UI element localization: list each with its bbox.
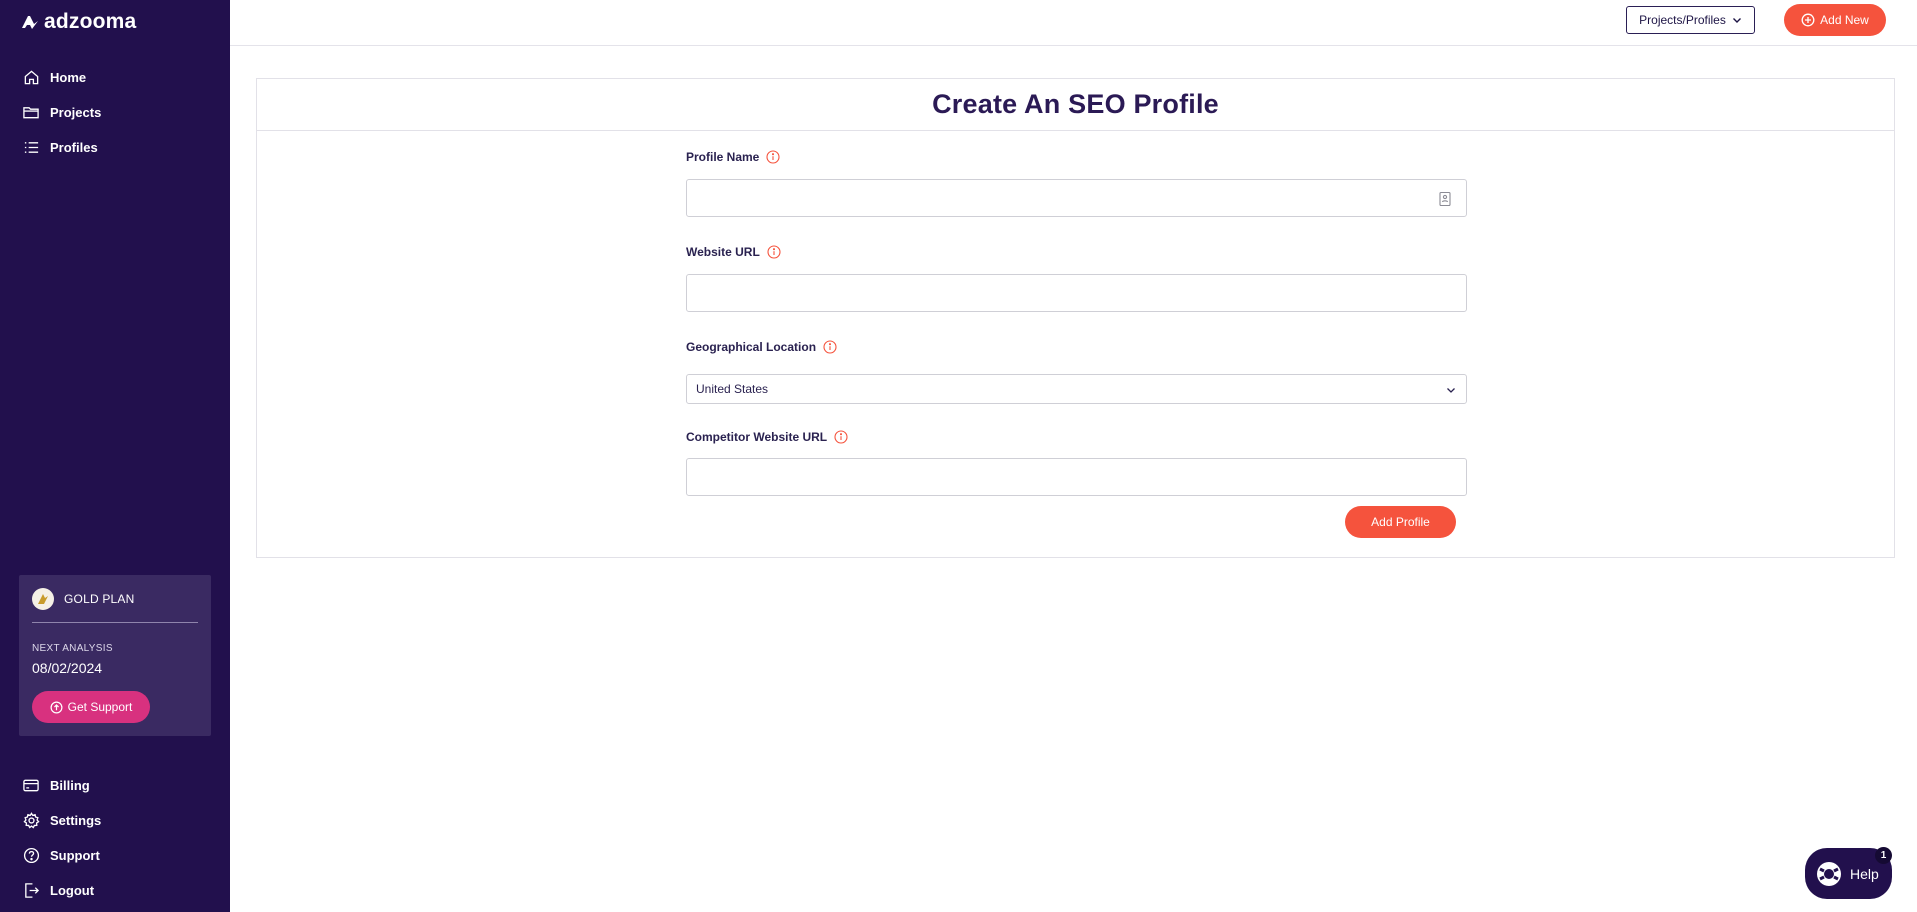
sidebar-nav-top: Home Projects Profiles [0, 60, 230, 165]
chevron-down-icon [1447, 388, 1455, 393]
info-icon[interactable] [766, 150, 780, 164]
brand-logo[interactable]: adzooma [20, 10, 136, 34]
gear-icon [22, 812, 40, 830]
geo-location-label: Geographical Location [686, 339, 1467, 355]
logout-icon [22, 882, 40, 900]
sidebar: adzooma Home Projects Profiles GOLD PLAN… [0, 0, 230, 912]
home-icon [22, 69, 40, 87]
arrow-up-circle-icon [50, 701, 63, 713]
info-icon[interactable] [767, 245, 781, 259]
add-new-button[interactable]: Add New [1784, 4, 1886, 36]
sidebar-item-settings[interactable]: Settings [0, 803, 230, 838]
projects-profiles-dropdown[interactable]: Projects/Profiles [1626, 6, 1755, 34]
help-circle-icon [22, 847, 40, 865]
sidebar-item-label: Settings [50, 813, 102, 828]
top-bar: Projects/Profiles Add New [230, 0, 1917, 46]
sidebar-item-logout[interactable]: Logout [0, 873, 230, 908]
sidebar-item-profiles[interactable]: Profiles [0, 130, 230, 165]
notification-badge: 1 [1875, 847, 1892, 864]
card-header: Create An SEO Profile [257, 79, 1894, 131]
add-profile-button[interactable]: Add Profile [1345, 506, 1456, 538]
website-url-field[interactable] [686, 274, 1467, 312]
add-profile-label: Add Profile [1371, 515, 1430, 529]
get-support-button[interactable]: Get Support [32, 691, 150, 723]
adzooma-logo-icon [22, 16, 38, 29]
sidebar-nav-bottom: Billing Settings Support Logout [0, 768, 230, 908]
sidebar-item-support[interactable]: Support [0, 838, 230, 873]
profile-name-label-text: Profile Name [686, 150, 760, 164]
sidebar-item-projects[interactable]: Projects [0, 95, 230, 130]
sidebar-item-label: Logout [50, 883, 95, 898]
list-icon [22, 139, 40, 157]
projects-profiles-label: Projects/Profiles [1639, 13, 1726, 27]
plan-name: GOLD PLAN [64, 592, 135, 606]
geo-location-select[interactable]: United States [686, 374, 1467, 404]
plus-circle-icon [1801, 13, 1815, 27]
help-label: Help [1850, 865, 1879, 882]
next-analysis-date: 08/02/2024 [32, 660, 103, 676]
add-new-label: Add New [1820, 13, 1869, 27]
plan-divider [32, 622, 198, 623]
info-icon[interactable] [823, 340, 837, 354]
folder-icon [22, 104, 40, 122]
plan-header: GOLD PLAN [32, 588, 135, 610]
lifebuoy-icon [1817, 861, 1841, 886]
sidebar-item-label: Billing [50, 778, 90, 793]
brand-name: adzooma [44, 10, 137, 33]
page-title: Create An SEO Profile [932, 89, 1219, 119]
plan-card: GOLD PLAN NEXT ANALYSIS 08/02/2024 Get S… [19, 575, 211, 736]
sidebar-item-label: Support [50, 848, 100, 863]
chevron-down-icon [1732, 18, 1741, 23]
competitor-url-field[interactable] [686, 458, 1467, 496]
website-url-label: Website URL [686, 244, 1467, 260]
website-url-label-text: Website URL [686, 245, 760, 259]
next-analysis-label: NEXT ANALYSIS [32, 643, 113, 654]
credit-card-icon [22, 777, 40, 795]
geo-location-label-text: Geographical Location [686, 340, 817, 354]
sidebar-item-billing[interactable]: Billing [0, 768, 230, 803]
profile-name-label: Profile Name [686, 149, 1467, 165]
create-seo-profile-card: Create An SEO Profile Profile Name Websi… [256, 78, 1895, 558]
sidebar-item-label: Home [50, 70, 87, 85]
sidebar-item-home[interactable]: Home [0, 60, 230, 95]
competitor-url-label-text: Competitor Website URL [686, 430, 828, 444]
sidebar-item-label: Profiles [50, 140, 98, 155]
competitor-url-label: Competitor Website URL [686, 429, 1467, 445]
gold-plan-badge-icon [32, 588, 54, 610]
get-support-label: Get Support [67, 700, 133, 714]
seo-profile-form: Profile Name Website URL Geographical Lo… [686, 149, 1467, 496]
geo-location-value: United States [696, 382, 769, 396]
info-icon[interactable] [834, 430, 848, 444]
sidebar-item-label: Projects [50, 105, 102, 120]
profile-name-field[interactable] [686, 179, 1467, 217]
autofill-contact-icon[interactable] [1438, 191, 1452, 207]
